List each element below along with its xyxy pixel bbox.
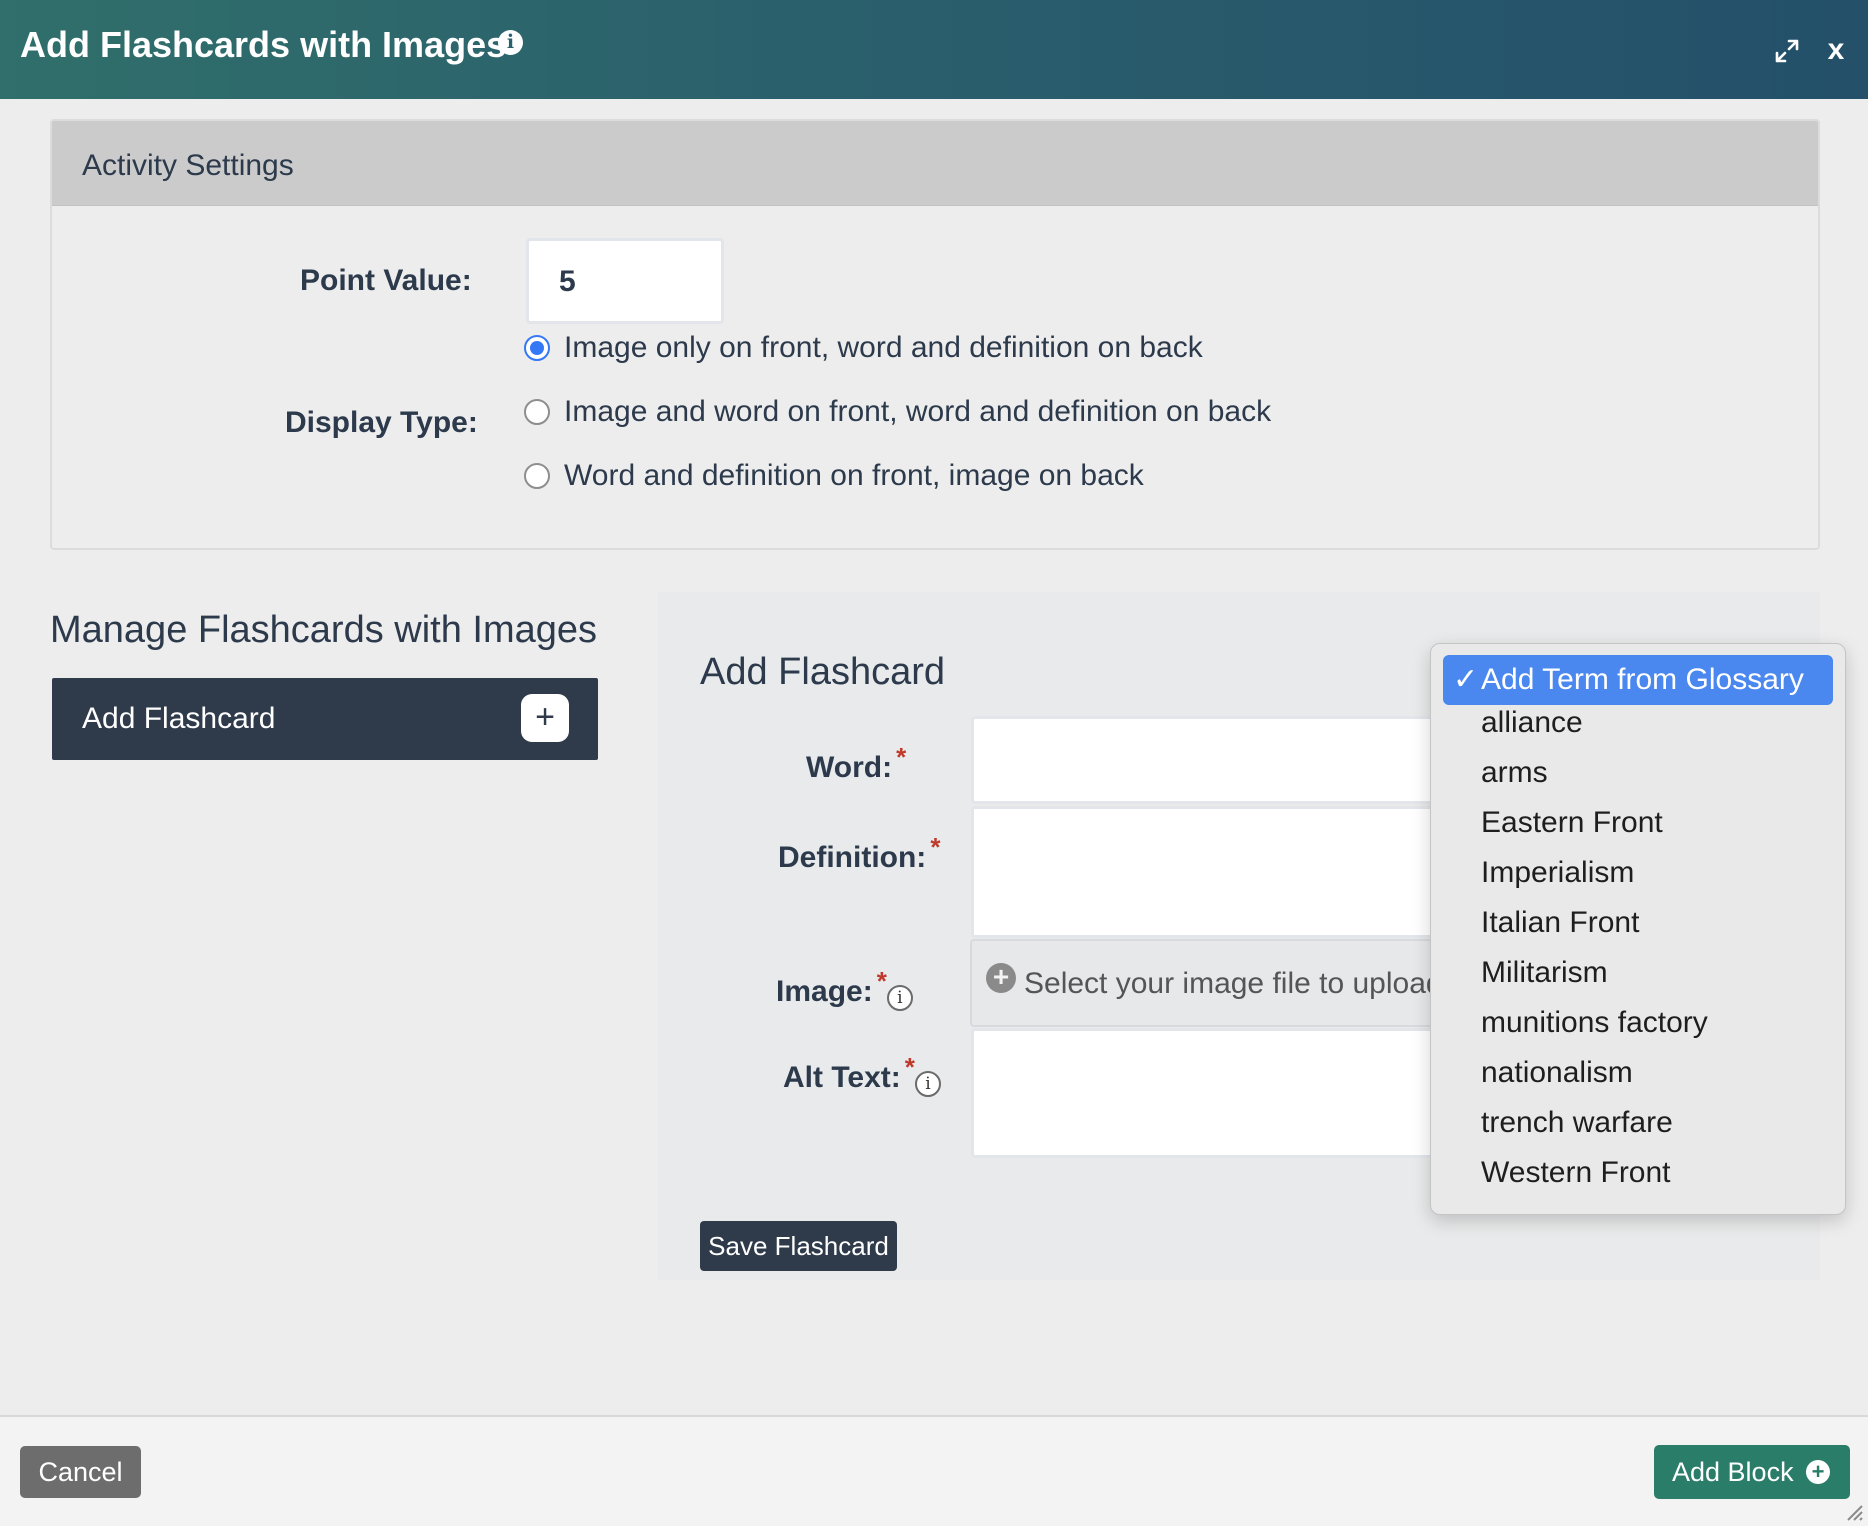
- glossary-option[interactable]: arms: [1443, 748, 1833, 798]
- glossary-option-label: Add Term from Glossary: [1481, 663, 1804, 696]
- definition-textarea[interactable]: [971, 806, 1471, 938]
- glossary-option[interactable]: nationalism: [1443, 1048, 1833, 1098]
- required-marker: *: [896, 742, 907, 772]
- display-type-label: Display Type:: [285, 406, 478, 439]
- activity-settings-header: Activity Settings: [52, 121, 1818, 206]
- close-icon[interactable]: x: [1824, 30, 1848, 70]
- radio-button[interactable]: [524, 399, 550, 425]
- glossary-option[interactable]: munitions factory: [1443, 998, 1833, 1048]
- plus-icon[interactable]: +: [521, 694, 569, 742]
- modal-title: Add Flashcards with Images: [20, 24, 507, 65]
- add-flashcard-label: Add Flashcard: [82, 702, 276, 735]
- glossary-option[interactable]: Western Front: [1443, 1148, 1833, 1198]
- add-flashcard-title: Add Flashcard: [700, 651, 946, 693]
- image-upload-button[interactable]: + Select your image file to upload: [970, 939, 1470, 1027]
- display-option-label: Image and word on front, word and defini…: [564, 395, 1272, 428]
- word-input[interactable]: [971, 716, 1471, 804]
- display-option-label: Word and definition on front, image on b…: [564, 459, 1144, 492]
- cancel-button[interactable]: Cancel: [20, 1446, 141, 1498]
- resize-grip-icon[interactable]: [1842, 1500, 1864, 1522]
- word-label: Word: *: [806, 742, 906, 785]
- radio-button-selected[interactable]: [524, 335, 550, 361]
- alt-text-info-icon[interactable]: i: [914, 1071, 941, 1097]
- definition-label: Definition: *: [778, 832, 940, 875]
- required-marker: *: [876, 966, 887, 996]
- required-marker: *: [930, 832, 941, 862]
- glossary-option[interactable]: trench warfare: [1443, 1098, 1833, 1148]
- glossary-option[interactable]: Eastern Front: [1443, 798, 1833, 848]
- glossary-option[interactable]: Militarism: [1443, 948, 1833, 998]
- add-block-plus-icon: +: [1806, 1460, 1830, 1484]
- display-option-image-and-word[interactable]: Image and word on front, word and defini…: [524, 394, 1271, 430]
- info-icon[interactable]: i: [498, 30, 523, 55]
- alt-text-textarea[interactable]: [971, 1028, 1471, 1158]
- point-value-input[interactable]: 5: [526, 238, 724, 324]
- alt-text-label-text: Alt Text:: [783, 1061, 901, 1094]
- upload-plus-icon: +: [986, 963, 1016, 993]
- manage-flashcards-title: Manage Flashcards with Images: [50, 609, 598, 651]
- image-upload-placeholder: Select your image file to upload: [1024, 967, 1443, 1000]
- point-value-label: Point Value:: [300, 264, 472, 297]
- display-option-label: Image only on front, word and definition…: [564, 331, 1203, 364]
- image-label: Image: *i: [776, 966, 913, 1011]
- definition-label-text: Definition:: [778, 841, 927, 874]
- required-marker: *: [904, 1052, 915, 1082]
- expand-icon[interactable]: [1773, 37, 1801, 65]
- radio-button[interactable]: [524, 463, 550, 489]
- activity-settings-heading: Activity Settings: [82, 149, 294, 182]
- alt-text-label: Alt Text: *i: [783, 1052, 941, 1097]
- add-block-label: Add Block: [1672, 1457, 1794, 1487]
- word-label-text: Word:: [806, 751, 893, 784]
- save-flashcard-button[interactable]: Save Flashcard: [700, 1221, 897, 1271]
- display-option-word-and-definition[interactable]: Word and definition on front, image on b…: [524, 458, 1144, 494]
- modal-footer: [0, 1415, 1868, 1526]
- glossary-option[interactable]: Imperialism: [1443, 848, 1833, 898]
- modal-header: Add Flashcards with Images i x: [0, 0, 1868, 99]
- image-info-icon[interactable]: i: [886, 985, 913, 1011]
- glossary-option[interactable]: alliance: [1443, 698, 1833, 748]
- image-label-text: Image:: [776, 975, 873, 1008]
- display-option-image-only[interactable]: Image only on front, word and definition…: [524, 330, 1203, 366]
- glossary-dropdown[interactable]: ✓ Add Term from Glossary alliance arms Ea…: [1430, 643, 1846, 1215]
- add-block-button[interactable]: Add Block +: [1654, 1445, 1850, 1499]
- add-flashcard-button[interactable]: Add Flashcard +: [52, 678, 598, 760]
- glossary-option[interactable]: Italian Front: [1443, 898, 1833, 948]
